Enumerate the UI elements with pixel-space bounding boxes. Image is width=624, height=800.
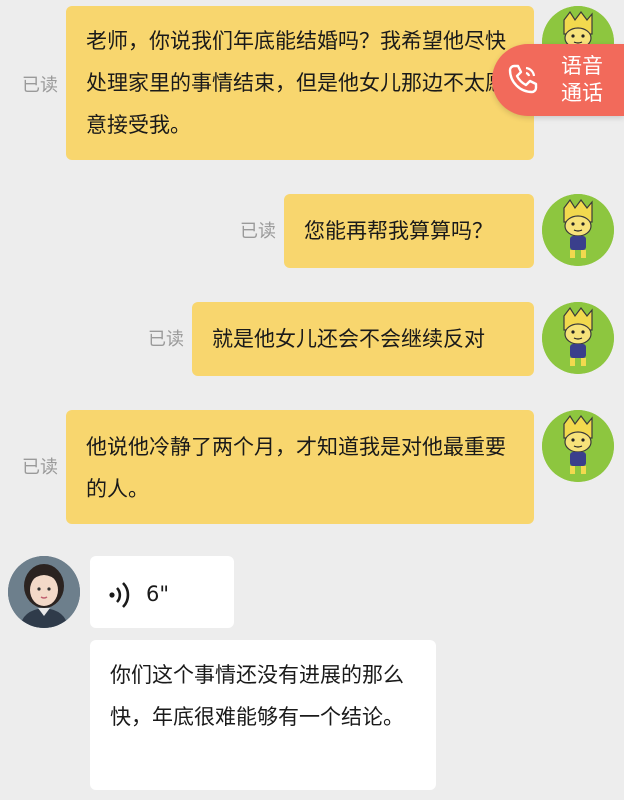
cartoon-avatar-icon — [542, 302, 614, 374]
voice-wave-icon — [109, 582, 130, 608]
voice-call-label: 语音 通话 — [561, 54, 603, 105]
message-bubble[interactable]: 您能再帮我算算吗？ — [284, 194, 534, 268]
message-text: 他说他冷静了两个月，才知道我是对他最重要的人。 — [86, 435, 506, 501]
read-status: 已读 — [148, 329, 184, 350]
message-text: 您能再帮我算算吗？ — [304, 219, 493, 243]
cartoon-avatar-icon — [542, 194, 614, 266]
message-bubble[interactable]: 就是他女儿还会不会继续反对 — [192, 302, 534, 376]
message-bubble[interactable]: 老师，你说我们年底能结婚吗？我希望他尽快处理家里的事情结束，但是他女儿那边不太愿… — [66, 6, 534, 160]
read-status: 已读 — [22, 457, 58, 478]
portrait-avatar-icon — [8, 556, 80, 628]
avatar[interactable] — [542, 410, 614, 482]
message-bubble[interactable]: 你们这个事情还没有进展的那么快，年底很难能够有一个结论。 — [90, 640, 436, 790]
message-text: 就是他女儿还会不会继续反对 — [212, 327, 485, 351]
message-bubble[interactable]: 他说他冷静了两个月，才知道我是对他最重要的人。 — [66, 410, 534, 524]
avatar[interactable] — [542, 302, 614, 374]
voice-duration: 6" — [146, 582, 170, 606]
message-text: 你们这个事情还没有进展的那么快，年底很难能够有一个结论。 — [110, 663, 404, 729]
phone-icon — [508, 64, 538, 94]
read-status: 已读 — [22, 75, 58, 96]
chat-view: 已读 老师，你说我们年底能结婚吗？我希望他尽快处理家里的事情结束，但是他女儿那边… — [0, 0, 624, 800]
voice-call-button[interactable]: 语音 通话 — [492, 44, 624, 116]
read-status: 已读 — [240, 221, 276, 242]
cartoon-avatar-icon — [542, 410, 614, 482]
avatar[interactable] — [542, 194, 614, 266]
message-text: 老师，你说我们年底能结婚吗？我希望他尽快处理家里的事情结束，但是他女儿那边不太愿… — [86, 29, 506, 137]
contact-avatar[interactable] — [8, 556, 80, 628]
